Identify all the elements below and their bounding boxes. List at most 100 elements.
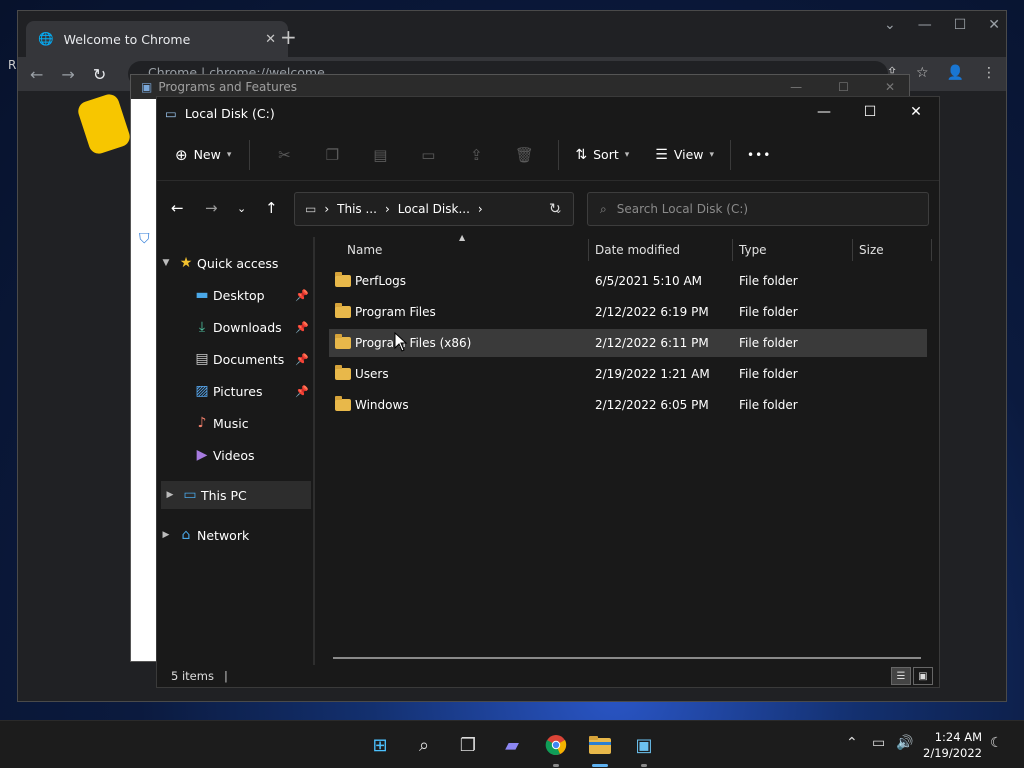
- nav-downloads[interactable]: ⤓ Downloads 📌: [157, 313, 313, 341]
- volume-icon[interactable]: 🔊: [896, 735, 913, 751]
- view-button[interactable]: ☰ View ▾: [655, 147, 714, 163]
- table-row[interactable]: Windows 2/12/2022 6:05 PM File folder: [329, 391, 927, 419]
- clock[interactable]: 1:24 AM 2/19/2022: [923, 729, 982, 761]
- search-icon[interactable]: ⌕: [410, 731, 438, 759]
- chevron-down-icon[interactable]: ⌄: [884, 17, 896, 33]
- new-label: New: [193, 147, 221, 162]
- address-bar[interactable]: ▭ › This ... › Local Disk... › ⌄: [294, 192, 574, 226]
- expand-chevron-icon[interactable]: ▶: [157, 530, 175, 540]
- close-icon[interactable]: ✕: [988, 17, 1000, 33]
- minimize-icon[interactable]: —: [918, 17, 932, 33]
- nav-network[interactable]: ▶ ⌂ Network: [157, 521, 313, 549]
- maximize-icon[interactable]: ☐: [838, 80, 849, 94]
- nav-music[interactable]: ♪ Music: [157, 409, 313, 437]
- control-panel-icon[interactable]: ▣: [630, 731, 658, 759]
- nav-this-pc[interactable]: ▶ ▭ This PC: [161, 481, 311, 509]
- chevron-up-icon[interactable]: ⌃: [846, 735, 858, 751]
- expand-chevron-icon[interactable]: ▶: [161, 490, 179, 500]
- reload-icon[interactable]: ↻: [93, 65, 106, 84]
- column-header-name[interactable]: Name: [347, 237, 587, 263]
- table-row[interactable]: Program Files 2/12/2022 6:19 PM File fol…: [329, 298, 927, 326]
- nav-desktop[interactable]: ▬ Desktop 📌: [157, 281, 313, 309]
- item-count: 5 items: [171, 669, 214, 683]
- divider: [730, 139, 732, 170]
- expand-chevron-icon[interactable]: ▼: [157, 258, 175, 268]
- chevron-down-icon: ▾: [624, 149, 630, 160]
- notifications-moon-icon[interactable]: ☾: [990, 735, 1003, 751]
- explorer-title: Local Disk (C:): [184, 105, 275, 121]
- sort-button[interactable]: ⇅ Sort ▾: [575, 147, 629, 163]
- minimize-button[interactable]: —: [801, 97, 847, 127]
- column-header-type[interactable]: Type: [739, 237, 849, 263]
- breadcrumb-this-pc[interactable]: This ...: [337, 202, 377, 216]
- tiles-view-icon[interactable]: ▣: [913, 667, 933, 685]
- network-icon[interactable]: ▭: [872, 735, 885, 751]
- divider: |: [223, 669, 228, 683]
- column-divider[interactable]: [732, 239, 733, 261]
- up-arrow-icon[interactable]: ↑: [265, 199, 278, 217]
- copy-icon[interactable]: ❐: [308, 146, 356, 164]
- paf-window-controls: — ☐ ✕: [790, 80, 909, 94]
- nav-quick-access[interactable]: ▼ ★ Quick access: [157, 249, 313, 277]
- more-options-button[interactable]: •••: [747, 148, 771, 162]
- maximize-button[interactable]: ☐: [847, 97, 893, 127]
- details-view-icon[interactable]: ☰: [891, 667, 911, 685]
- back-arrow-icon[interactable]: ←: [171, 199, 184, 217]
- menu-kebab-icon[interactable]: ⋮: [982, 65, 996, 81]
- search-input[interactable]: [616, 202, 907, 216]
- pin-icon[interactable]: 📌: [295, 289, 309, 302]
- computer-icon: ▭: [183, 487, 197, 503]
- nav-pictures[interactable]: ▨ Pictures 📌: [157, 377, 313, 405]
- star-icon[interactable]: ☆: [916, 65, 929, 81]
- video-icon: ▶: [196, 447, 208, 463]
- pin-icon[interactable]: 📌: [295, 353, 309, 366]
- paste-icon[interactable]: ▤: [356, 146, 404, 164]
- pin-icon[interactable]: 📌: [295, 321, 309, 334]
- refresh-icon[interactable]: ↻: [549, 201, 561, 217]
- back-arrow-icon[interactable]: ←: [30, 65, 43, 84]
- new-tab-button[interactable]: +: [280, 25, 297, 49]
- column-divider[interactable]: [588, 239, 589, 261]
- start-windows-icon[interactable]: ⊞: [366, 731, 394, 759]
- delete-icon[interactable]: 🗑: [500, 146, 548, 164]
- column-divider[interactable]: [931, 239, 932, 261]
- maximize-icon[interactable]: ☐: [954, 17, 967, 33]
- close-icon[interactable]: ✕: [885, 80, 895, 94]
- navigation-row: ← → ⌄ ↑ ▭ › This ... › Local Disk... › ⌄…: [157, 181, 939, 237]
- close-button[interactable]: ✕: [893, 97, 939, 127]
- chat-icon[interactable]: ▰: [498, 731, 526, 759]
- column-divider[interactable]: [852, 239, 853, 261]
- column-header-size[interactable]: Size: [859, 237, 919, 263]
- close-tab-icon[interactable]: ✕: [265, 32, 276, 47]
- share-icon[interactable]: ⇪: [452, 146, 500, 164]
- chrome-tabbar: 🌐 Welcome to Chrome ✕ + ⌄ — ☐ ✕: [18, 11, 1006, 57]
- rename-icon[interactable]: ▭: [404, 146, 452, 164]
- mouse-cursor-icon: [394, 332, 408, 352]
- file-type: File folder: [739, 274, 798, 288]
- chrome-icon[interactable]: [542, 731, 570, 759]
- search-box[interactable]: ⌕: [587, 192, 929, 226]
- file-explorer-icon[interactable]: [586, 731, 614, 759]
- table-row-selected[interactable]: Program Files (x86) 2/12/2022 6:11 PM Fi…: [329, 329, 927, 357]
- minimize-icon[interactable]: —: [790, 80, 802, 94]
- nav-documents[interactable]: ▤ Documents 📌: [157, 345, 313, 373]
- chrome-tab-title: Welcome to Chrome: [63, 31, 191, 47]
- new-button[interactable]: ⊕ New ▾: [175, 146, 231, 164]
- task-view-icon[interactable]: ❐: [454, 731, 482, 759]
- profile-icon[interactable]: 👤: [947, 65, 964, 81]
- recent-chevron-icon[interactable]: ⌄: [237, 202, 246, 215]
- breadcrumb-local-disk[interactable]: Local Disk...: [398, 202, 470, 216]
- cut-icon[interactable]: ✂: [260, 146, 308, 164]
- table-row[interactable]: PerfLogs 6/5/2021 5:10 AM File folder: [329, 267, 927, 295]
- horizontal-scrollbar[interactable]: [333, 657, 921, 659]
- folder-icon: [335, 303, 351, 318]
- pin-icon[interactable]: 📌: [295, 385, 309, 398]
- forward-arrow-icon[interactable]: →: [61, 65, 74, 84]
- sort-label: Sort: [593, 147, 619, 162]
- table-row[interactable]: Users 2/19/2022 1:21 AM File folder: [329, 360, 927, 388]
- nav-videos[interactable]: ▶ Videos: [157, 441, 313, 469]
- column-header-date[interactable]: Date modified: [595, 237, 735, 263]
- forward-arrow-icon[interactable]: →: [205, 199, 218, 217]
- chrome-tab-welcome[interactable]: 🌐 Welcome to Chrome ✕: [26, 21, 288, 57]
- this-pc-icon: ▭: [305, 202, 317, 216]
